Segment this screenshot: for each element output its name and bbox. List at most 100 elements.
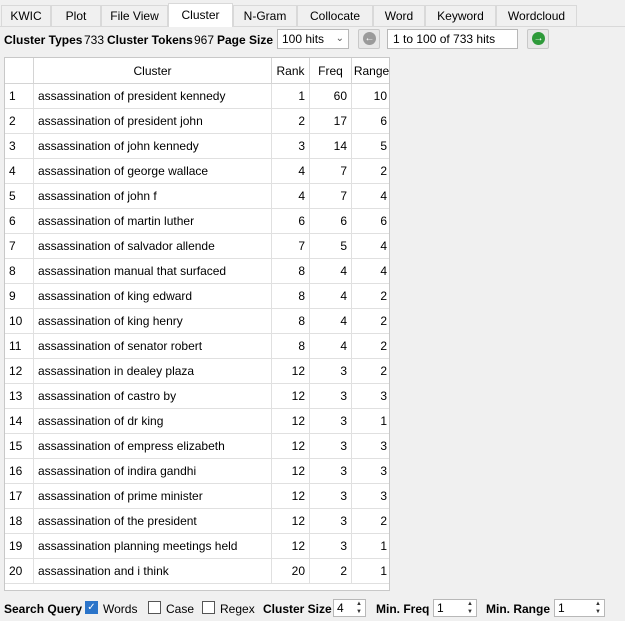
freq-cell: 4 [310, 284, 352, 309]
cluster-tokens-label: Cluster Tokens [107, 33, 193, 47]
range-cell: 2 [352, 509, 389, 534]
search-query-label: Search Query [4, 602, 83, 616]
min-range-spinner[interactable]: 1 ▲ ▼ [554, 599, 605, 617]
row-index: 3 [5, 134, 34, 159]
cluster-cell: assassination of george wallace [34, 159, 272, 184]
rank-cell: 12 [272, 359, 310, 384]
tab-plot[interactable]: Plot [51, 5, 101, 27]
row-index: 20 [5, 559, 34, 584]
tab-kwic[interactable]: KWIC [1, 5, 51, 27]
rank-cell: 3 [272, 134, 310, 159]
min-freq-value: 1 [437, 601, 444, 615]
table-row[interactable]: 2 assassination of president john 2 17 6 [5, 109, 389, 134]
row-index: 5 [5, 184, 34, 209]
row-index: 8 [5, 259, 34, 284]
hits-range-text: 1 to 100 of 733 hits [393, 32, 496, 46]
tab-keyword[interactable]: Keyword [425, 5, 496, 27]
page-size-label: Page Size [217, 33, 274, 47]
rank-cell: 1 [272, 84, 310, 109]
cluster-cell: assassination of indira gandhi [34, 459, 272, 484]
cluster-cell: assassination of john f [34, 184, 272, 209]
spinner-arrows-icon[interactable]: ▲ ▼ [465, 600, 475, 616]
tab-bar: KWIC Plot File View Cluster N-Gram Collo… [0, 0, 625, 27]
spinner-arrows-icon[interactable]: ▲ ▼ [354, 600, 364, 616]
table-row[interactable]: 11 assassination of senator robert 8 4 2 [5, 334, 389, 359]
header-index[interactable] [5, 58, 34, 84]
words-checkbox[interactable]: ✓ [85, 601, 98, 614]
regex-checkbox[interactable] [202, 601, 215, 614]
header-range[interactable]: Range [352, 58, 389, 84]
rank-cell: 6 [272, 209, 310, 234]
cluster-cell: assassination planning meetings held [34, 534, 272, 559]
tab-word[interactable]: Word [373, 5, 425, 27]
cluster-types-value: 733 [84, 33, 105, 47]
min-range-value: 1 [558, 601, 565, 615]
range-cell: 2 [352, 309, 389, 334]
cluster-cell: assassination of dr king [34, 409, 272, 434]
cluster-cell: assassination of king edward [34, 284, 272, 309]
table-row[interactable]: 10 assassination of king henry 8 4 2 [5, 309, 389, 334]
cluster-size-label: Cluster Size [263, 602, 332, 616]
rank-cell: 2 [272, 109, 310, 134]
range-cell: 3 [352, 434, 389, 459]
table-row[interactable]: 20 assassination and i think 20 2 1 [5, 559, 389, 584]
header-freq[interactable]: Freq [310, 58, 352, 84]
table-row[interactable]: 14 assassination of dr king 12 3 1 [5, 409, 389, 434]
table-row[interactable]: 5 assassination of john f474 [5, 184, 389, 209]
table-row[interactable]: 6 assassination of martin luther 6 6 6 [5, 209, 389, 234]
table-row[interactable]: 15 assassination of empress elizabeth 12 3 3 [5, 434, 389, 459]
rank-cell: 12 [272, 509, 310, 534]
freq-cell: 3 [310, 359, 352, 384]
table-row[interactable]: 8 assassination manual that surfaced 8 4 4 [5, 259, 389, 284]
table-row[interactable]: 13 assassination of castro by 12 3 3 [5, 384, 389, 409]
rank-cell: 4 [272, 159, 310, 184]
header-cluster[interactable]: Cluster [34, 58, 272, 84]
spinner-arrows-icon[interactable]: ▲ ▼ [593, 600, 603, 616]
case-checkbox[interactable] [148, 601, 161, 614]
cluster-cell: assassination of empress elizabeth [34, 434, 272, 459]
min-freq-spinner[interactable]: 1 ▲ ▼ [433, 599, 477, 617]
chevron-down-icon: ⌄ [335, 33, 344, 44]
range-cell: 1 [352, 559, 389, 584]
cluster-types-label: Cluster Types [4, 33, 83, 47]
cluster-cell: assassination of martin luther [34, 209, 272, 234]
header-rank[interactable]: Rank [272, 58, 310, 84]
row-index: 15 [5, 434, 34, 459]
next-page-button[interactable]: → [527, 29, 549, 49]
table-row[interactable]: 4 assassination of george wallace 4 7 2 [5, 159, 389, 184]
cluster-cell: assassination of prime minister [34, 484, 272, 509]
rank-cell: 12 [272, 534, 310, 559]
table-row[interactable]: 16 assassination of indira gandhi 12 3 3 [5, 459, 389, 484]
table-row[interactable]: 12 assassination in dealey plaza 12 3 2 [5, 359, 389, 384]
freq-cell: 3 [310, 484, 352, 509]
hits-range-field[interactable]: 1 to 100 of 733 hits [387, 29, 518, 49]
tab-file-view[interactable]: File View [101, 5, 168, 27]
tab-n-gram[interactable]: N-Gram [233, 5, 297, 27]
page-size-select[interactable]: 100 hits ⌄ [277, 29, 349, 49]
rank-cell: 7 [272, 234, 310, 259]
cluster-cell: assassination and i think [34, 559, 272, 584]
results-table[interactable]: Cluster Rank Freq Range 1 assassination o… [4, 57, 390, 591]
freq-cell: 6 [310, 209, 352, 234]
cluster-size-spinner[interactable]: 4 ▲ ▼ [333, 599, 366, 617]
tab-cluster[interactable]: Cluster [168, 3, 233, 27]
table-row[interactable]: 9 assassination of king edward 8 4 2 [5, 284, 389, 309]
table-row[interactable]: 3 assassination of john kennedy 3 14 5 [5, 134, 389, 159]
cluster-cell: assassination in dealey plaza [34, 359, 272, 384]
cluster-cell: assassination of the president [34, 509, 272, 534]
tab-divider [0, 26, 625, 27]
tab-collocate[interactable]: Collocate [297, 5, 373, 27]
table-row[interactable]: 18 assassination of the president 12 3 2 [5, 509, 389, 534]
freq-cell: 5 [310, 234, 352, 259]
table-row[interactable]: 17 assassination of prime minister 12 3 3 [5, 484, 389, 509]
table-row[interactable]: 19 assassination planning meetings held 12… [5, 534, 389, 559]
prev-page-button[interactable]: ← [358, 29, 380, 49]
table-row[interactable]: 7 assassination of salvador allende 7 5 4 [5, 234, 389, 259]
table-row[interactable]: 1 assassination of president kennedy 1 60 10 [5, 84, 389, 109]
freq-cell: 2 [310, 559, 352, 584]
rank-cell: 12 [272, 434, 310, 459]
freq-cell: 60 [310, 84, 352, 109]
tab-wordcloud[interactable]: Wordcloud [496, 5, 577, 27]
rank-cell: 8 [272, 284, 310, 309]
range-cell: 2 [352, 284, 389, 309]
